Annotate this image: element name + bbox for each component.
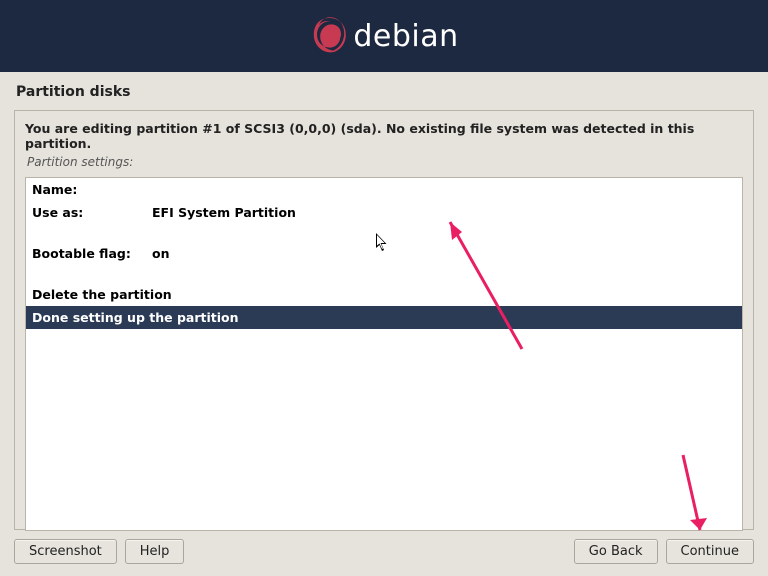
button-bar: Screenshot Help Go Back Continue [14,539,754,564]
button-bar-spacer [192,539,565,564]
screenshot-button[interactable]: Screenshot [14,539,117,564]
setting-label: Bootable flag: [32,246,152,261]
continue-button[interactable]: Continue [666,539,754,564]
list-spacer [26,265,742,283]
subheading-text: Partition settings: [25,155,743,169]
setting-row-name[interactable]: Name: [26,178,742,201]
page-body: Partition disks You are editing partitio… [0,72,768,530]
setting-row-bootable[interactable]: Bootable flag: on [26,242,742,265]
help-button[interactable]: Help [125,539,185,564]
setting-value: EFI System Partition [152,205,296,220]
setting-value: on [152,246,170,261]
setting-label: Name: [32,182,152,197]
go-back-button[interactable]: Go Back [574,539,658,564]
brand-text: debian [353,19,458,54]
debian-swirl-icon [309,14,349,58]
list-spacer [26,224,742,242]
instruction-text: You are editing partition #1 of SCSI3 (0… [25,121,743,151]
main-panel: You are editing partition #1 of SCSI3 (0… [14,110,754,530]
action-label: Delete the partition [32,287,172,302]
page-title: Partition disks [16,84,754,100]
installer-header: debian [0,0,768,72]
action-label: Done setting up the partition [32,310,239,325]
setting-label: Use as: [32,205,152,220]
action-done-partition[interactable]: Done setting up the partition [26,306,742,329]
action-delete-partition[interactable]: Delete the partition [26,283,742,306]
partition-settings-list: Name: Use as: EFI System Partition Boota… [25,177,743,531]
setting-row-useas[interactable]: Use as: EFI System Partition [26,201,742,224]
debian-logo: debian [309,14,458,58]
